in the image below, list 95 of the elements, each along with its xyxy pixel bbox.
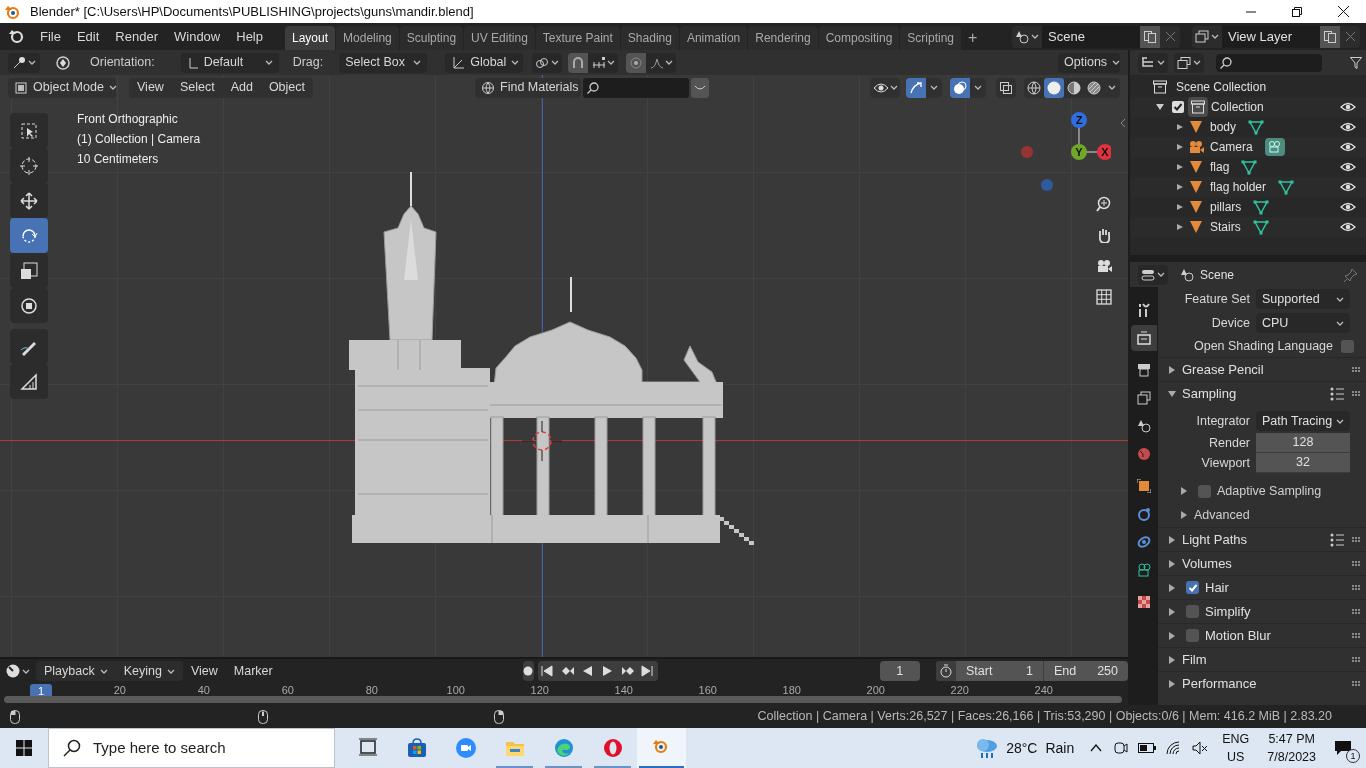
frame-number: 120 <box>530 684 549 696</box>
drag-dropdown[interactable]: Select Box <box>339 52 428 73</box>
scene-field[interactable]: Scene <box>1042 25 1140 48</box>
outliner-item[interactable]: Scene Collection <box>1176 78 1267 96</box>
options-dropdown[interactable]: Options <box>1058 52 1120 73</box>
frame-number: 100 <box>446 684 465 696</box>
panel-header[interactable]: Grease Pencil <box>1182 359 1264 380</box>
workspace-tab[interactable]: Scripting <box>900 26 962 50</box>
drag-label: Drag: <box>292 54 324 72</box>
frame-number: 140 <box>614 684 633 696</box>
field-label: Feature Set <box>1183 290 1251 308</box>
dropdown[interactable]: CPU <box>1256 313 1350 333</box>
outliner-item[interactable]: Collection <box>1211 98 1264 116</box>
temperature-text: 28°C <box>1006 738 1038 758</box>
menu-item[interactable]: Select <box>171 77 223 98</box>
view-layer-field[interactable]: View Layer <box>1222 25 1320 48</box>
menu-item[interactable]: File <box>32 25 69 48</box>
current-frame-field[interactable]: 1 <box>879 661 920 681</box>
weather-text: Rain <box>1045 738 1075 758</box>
workspace-tab[interactable]: Rendering <box>748 26 818 50</box>
panel-header[interactable]: Volumes <box>1182 553 1232 574</box>
outliner-item[interactable]: flag <box>1210 158 1230 176</box>
menu-item[interactable]: Edit <box>68 25 108 48</box>
subpanel-header[interactable]: Advanced <box>1194 505 1250 525</box>
menu-item[interactable]: Keying <box>115 661 183 681</box>
frame-number: 200 <box>866 684 885 696</box>
add-workspace-button[interactable]: + <box>962 26 984 50</box>
workspace-tab[interactable]: UV Editing <box>464 26 535 50</box>
view-name-label: Front Orthographic <box>77 111 179 128</box>
panel-header[interactable]: Simplify <box>1205 601 1251 622</box>
frame-number: 40 <box>197 684 210 696</box>
menu-item[interactable]: View <box>129 77 172 98</box>
subpanel-header[interactable]: Adaptive Sampling <box>1217 481 1322 501</box>
transform-orientation-dropdown[interactable]: Global <box>445 52 524 73</box>
dropdown[interactable]: Supported <box>1256 289 1350 309</box>
frame-number: 20 <box>113 684 126 696</box>
dropdown[interactable]: Path Tracing <box>1256 411 1350 431</box>
menu-item[interactable]: Marker <box>225 661 281 681</box>
clock-time[interactable]: 5:47 PM <box>1268 730 1315 748</box>
menu-item[interactable]: Playback <box>36 661 116 681</box>
status-text: Collection | Camera | Verts:26,527 | Faces:26,166 | Tris:53,290 | Objects:0/6 | Mem: 416.2 MiB | 2.83.20 <box>757 708 1332 726</box>
mode-dropdown[interactable]: Object Mode <box>8 77 116 98</box>
field-label: Device <box>1210 314 1251 332</box>
workspace-tab[interactable]: Sculpting <box>399 26 464 50</box>
placeholder-text: Type here to search <box>93 737 226 758</box>
menu-item[interactable]: Object <box>260 77 313 98</box>
notification-count: 1 <box>1346 749 1360 763</box>
number-field[interactable]: 128 <box>1256 433 1350 453</box>
orientation-label: Orientation: <box>90 54 155 72</box>
outliner-item[interactable]: body <box>1210 118 1237 136</box>
frame-number: 180 <box>782 684 801 696</box>
end-frame-field[interactable]: End 250 <box>1044 661 1128 681</box>
taskbar-search-field[interactable]: Type here to search <box>48 728 335 768</box>
region-text[interactable]: US <box>1227 748 1245 766</box>
frame-number: 60 <box>281 684 294 696</box>
panel-header[interactable]: Light Paths <box>1182 529 1248 550</box>
outliner-item[interactable]: pillars <box>1210 198 1242 216</box>
frame-number: 160 <box>698 684 717 696</box>
panel-header[interactable]: Sampling <box>1182 383 1237 404</box>
frame-number: 240 <box>1034 684 1053 696</box>
outliner-item[interactable]: Camera <box>1210 138 1253 156</box>
workspace-tab[interactable]: Layout <box>285 26 336 50</box>
field-label: Open Shading Language <box>1194 337 1333 355</box>
orientation-dropdown[interactable]: Default <box>180 52 279 73</box>
window-title: Blender* [C:\Users\HP\Documents\PUBLISHING\projects\guns\mandir.blend] <box>30 2 474 21</box>
menu-item[interactable]: View <box>182 661 226 681</box>
panel-header[interactable]: Performance <box>1182 673 1257 694</box>
field-label: Integrator <box>1195 412 1251 430</box>
outliner-item[interactable]: flag holder <box>1210 178 1267 196</box>
workspace-tab[interactable]: Compositing <box>818 26 900 50</box>
menu-item[interactable]: Render <box>107 25 166 48</box>
menu-item[interactable]: Add <box>222 77 261 98</box>
workspace-tab[interactable]: Animation <box>679 26 748 50</box>
workspace-tab[interactable]: Modeling <box>336 26 399 50</box>
menu-item[interactable]: Window <box>166 25 229 48</box>
panel-header[interactable]: Hair <box>1205 577 1229 598</box>
grid-scale-label: 10 Centimeters <box>77 151 160 168</box>
panel-header[interactable]: Film <box>1182 649 1207 670</box>
field-label: Render <box>1208 434 1251 452</box>
frame-number: 220 <box>950 684 969 696</box>
search-mode-dropdown[interactable]: Find Materials <box>475 77 581 98</box>
workspace-tab[interactable]: Texture Paint <box>535 26 620 50</box>
workspace-tab[interactable]: Shading <box>620 26 679 50</box>
context-label: Scene <box>1200 266 1235 284</box>
outliner-item[interactable]: Stairs <box>1210 218 1241 236</box>
frame-number: 80 <box>365 684 378 696</box>
navigation-gizmo[interactable]: Z Y X <box>1019 110 1111 194</box>
language-text[interactable]: ENG <box>1222 730 1250 748</box>
start-frame-field[interactable]: Start 1 <box>956 661 1044 681</box>
panel-header[interactable]: Motion Blur <box>1205 625 1271 646</box>
menu-item[interactable]: Help <box>228 25 271 48</box>
selection-label: (1) Collection | Camera <box>77 131 201 148</box>
number-field[interactable]: 32 <box>1256 453 1350 473</box>
clock-date[interactable]: 7/8/2023 <box>1267 748 1316 766</box>
field-label: Viewport <box>1200 454 1251 472</box>
